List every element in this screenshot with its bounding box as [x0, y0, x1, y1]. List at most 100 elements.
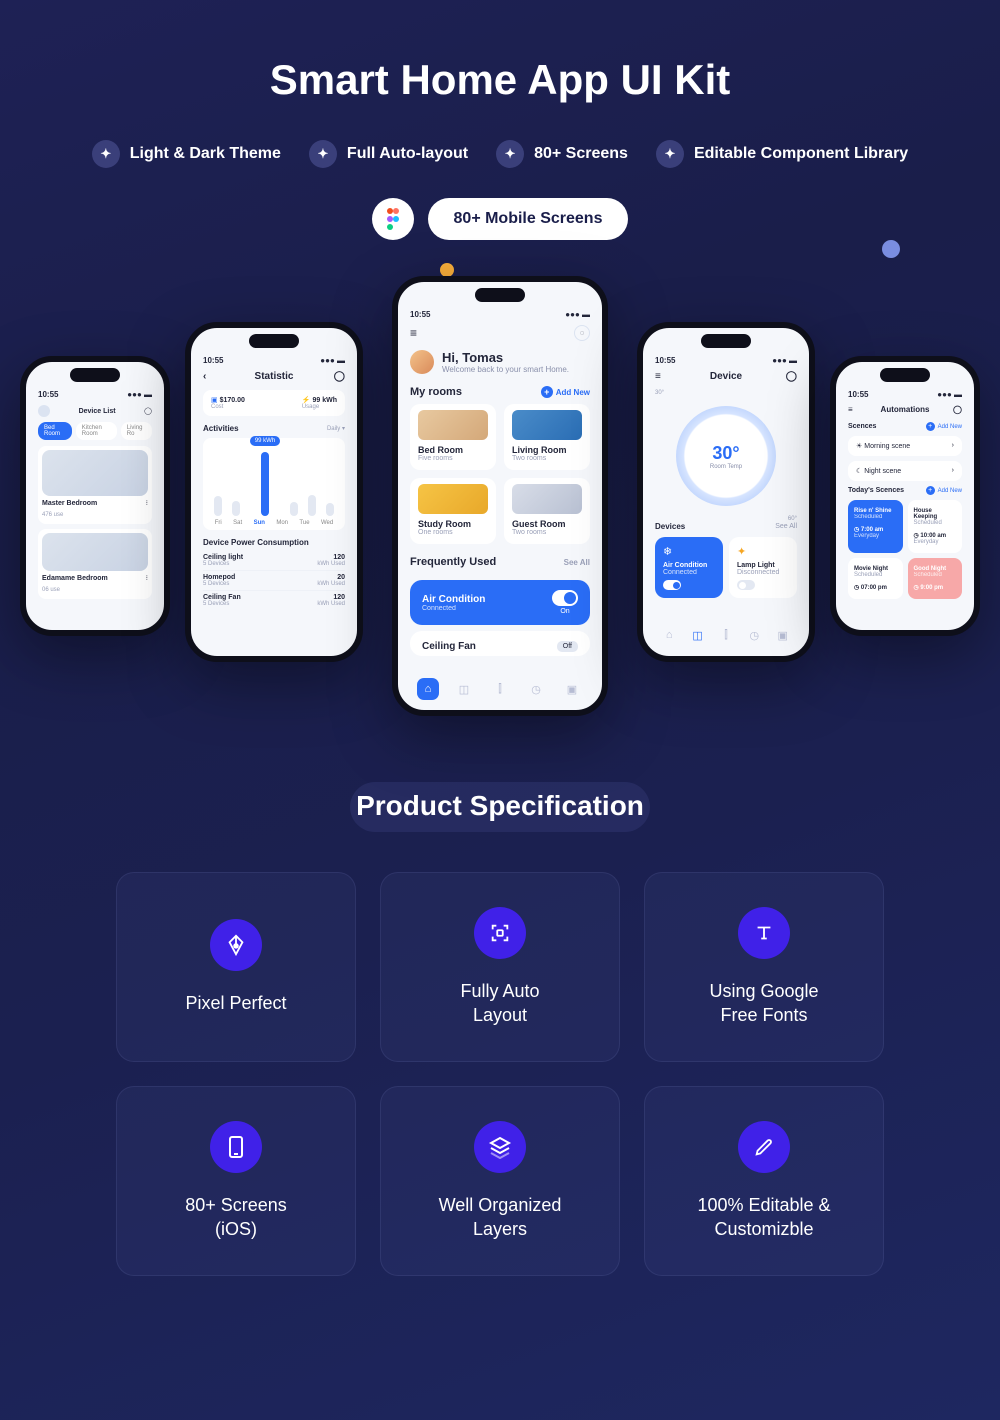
pen-icon [210, 919, 262, 971]
feature-item: ✦80+ Screens [496, 140, 628, 168]
tab[interactable]: Bed Room [38, 422, 72, 440]
status-icons: ●●● ▬ [772, 356, 797, 365]
room-card[interactable]: Bed RoomFive rooms [410, 404, 496, 470]
nav-grid-icon[interactable]: ◫ [687, 624, 709, 646]
bell-icon[interactable]: ◯ [786, 371, 797, 382]
spec-title: Product Specification [0, 790, 1000, 822]
nav-camera-icon[interactable]: ▣ [772, 624, 794, 646]
status-icons: ●●● ▬ [127, 390, 152, 399]
screen-title: Device List [79, 408, 116, 415]
mock-device: 10:55●●● ▬ ≡Device◯ 30° 30° Room Temp 60… [637, 322, 815, 662]
section-label: Frequently Used [410, 556, 496, 568]
menu-icon[interactable]: ≡ [848, 405, 853, 414]
avatar-icon [38, 405, 50, 417]
device-card[interactable]: ✦ Lamp Light Disconnected [729, 537, 797, 598]
greeting-sub: Welcome back to your smart Home. [442, 365, 569, 374]
add-new-button[interactable]: +Add New [926, 486, 962, 495]
room-card[interactable]: Living RoomTwo rooms [504, 404, 590, 470]
room-icons: ⁝ [146, 499, 148, 507]
tab[interactable]: Kitchen Room [76, 422, 117, 440]
status-icons: ●●● ▬ [937, 390, 962, 399]
freq-card[interactable]: Ceiling Fan Off [410, 631, 590, 656]
bell-icon[interactable]: ◌ [574, 325, 590, 341]
pencil-icon [738, 1121, 790, 1173]
menu-icon[interactable]: ≡ [410, 326, 417, 340]
hero-title: Smart Home App UI Kit [0, 0, 1000, 104]
nav-camera-icon[interactable]: ▣ [561, 678, 583, 700]
today-card[interactable]: Good NightScheduled◷ 9:00 pm [908, 558, 963, 599]
feature-item: ✦ Full Auto-layout [309, 140, 468, 168]
pill-row: 80+ Mobile Screens [0, 198, 1000, 240]
bell-icon[interactable]: ◯ [334, 371, 345, 382]
device-card[interactable]: ❄ Air Condition Connected [655, 537, 723, 598]
back-icon[interactable]: ‹ [203, 371, 206, 382]
room-name: Edamame Bedroom [42, 575, 108, 582]
diamond-icon: ✦ [309, 140, 337, 168]
feature-row: ✦Light & Dark Theme ✦Full Auto-layout ✦8… [0, 140, 1000, 168]
mock-automations: 10:55●●● ▬ ≡Automations◯ Scences+Add New… [830, 356, 980, 636]
diamond-icon: ✦ [496, 140, 524, 168]
temp-dial[interactable]: 30° Room Temp [676, 406, 776, 506]
screen-title: Statistic [255, 371, 294, 382]
nav-clock-icon[interactable]: ◷ [743, 624, 765, 646]
room-card[interactable]: Study RoomOne rooms [410, 478, 496, 544]
type-icon [738, 907, 790, 959]
today-card[interactable]: House KeepingScheduled◷ 10:00 amEveryday [908, 500, 963, 553]
frame-icon [474, 907, 526, 959]
mock-device-list: 10:55●●● ▬ Device List◯ Bed Room Kitchen… [20, 356, 170, 636]
dot-blue-icon [882, 240, 900, 258]
screens-pill: 80+ Mobile Screens [428, 198, 629, 240]
tab[interactable]: Living Ro [121, 422, 152, 440]
section-label: Device Power Consumption [203, 538, 345, 547]
power-row: Ceiling light5 Devices120kWh Used [203, 551, 345, 571]
add-new-button[interactable]: +Add New [541, 386, 590, 398]
dropdown[interactable]: Daily ▾ [327, 425, 345, 432]
mock-home: 10:55●●● ▬ ≡◌ Hi, Tomas Welcome back to … [392, 276, 608, 716]
status-time: 10:55 [38, 390, 58, 399]
section-label: Today's Scences [848, 487, 904, 494]
see-all-link[interactable]: See All [564, 558, 590, 567]
nav-home-icon[interactable]: ⌂ [417, 678, 439, 700]
room-card[interactable]: Guest RoomTwo rooms [504, 478, 590, 544]
nav-stats-icon[interactable]: ⫿ [489, 678, 511, 700]
today-card[interactable]: Rise n' ShineScheduled◷ 7:00 amEveryday [848, 500, 903, 553]
spec-card: Pixel Perfect [116, 872, 356, 1062]
status-icons: ●●● ▬ [320, 356, 345, 365]
section-label: Devices [655, 522, 685, 531]
bell-icon[interactable]: ◯ [953, 405, 962, 414]
layers-icon [474, 1121, 526, 1173]
feature-item: ✦Light & Dark Theme [92, 140, 281, 168]
day: Fri [215, 520, 222, 526]
status-time: 10:55 [410, 310, 430, 319]
status-time: 10:55 [848, 390, 868, 399]
feature-item: ✦Editable Component Library [656, 140, 908, 168]
spec-card: Fully Auto Layout [380, 872, 620, 1062]
section-label: My rooms [410, 386, 462, 398]
room-image [42, 450, 148, 496]
spec-label: 80+ Screens (iOS) [185, 1193, 287, 1242]
room-image [42, 533, 148, 571]
feature-label: Light & Dark Theme [130, 145, 281, 163]
freq-card[interactable]: Air ConditionConnected On [410, 580, 590, 625]
day: Tue [299, 520, 309, 526]
menu-icon[interactable]: ≡ [655, 371, 661, 382]
spec-label: Pixel Perfect [185, 991, 286, 1015]
scene-row[interactable]: ☀ Morning scene› [848, 436, 962, 456]
spec-label: Fully Auto Layout [460, 979, 539, 1028]
nav-grid-icon[interactable]: ◫ [453, 678, 475, 700]
scene-row[interactable]: ☾ Night scene› [848, 461, 962, 481]
today-card[interactable]: Movie NightScheduled◷ 07:00 pm [848, 558, 903, 599]
see-all-link[interactable]: See All [775, 523, 797, 530]
navbar: ⌂ ◫ ⫿ ◷ ▣ [655, 616, 797, 646]
day: Mon [276, 520, 288, 526]
nav-stats-icon[interactable]: ⫿ [715, 624, 737, 646]
avatar [410, 350, 434, 374]
nav-home-icon[interactable]: ⌂ [658, 624, 680, 646]
feature-label: Full Auto-layout [347, 145, 468, 163]
power-row: Ceiling Fan5 Devices120kWh Used [203, 591, 345, 610]
status-time: 10:55 [203, 356, 223, 365]
add-new-button[interactable]: +Add New [926, 422, 962, 431]
nav-clock-icon[interactable]: ◷ [525, 678, 547, 700]
stat-usage-label: Usage [302, 404, 337, 410]
spec-card: Using Google Free Fonts [644, 872, 884, 1062]
